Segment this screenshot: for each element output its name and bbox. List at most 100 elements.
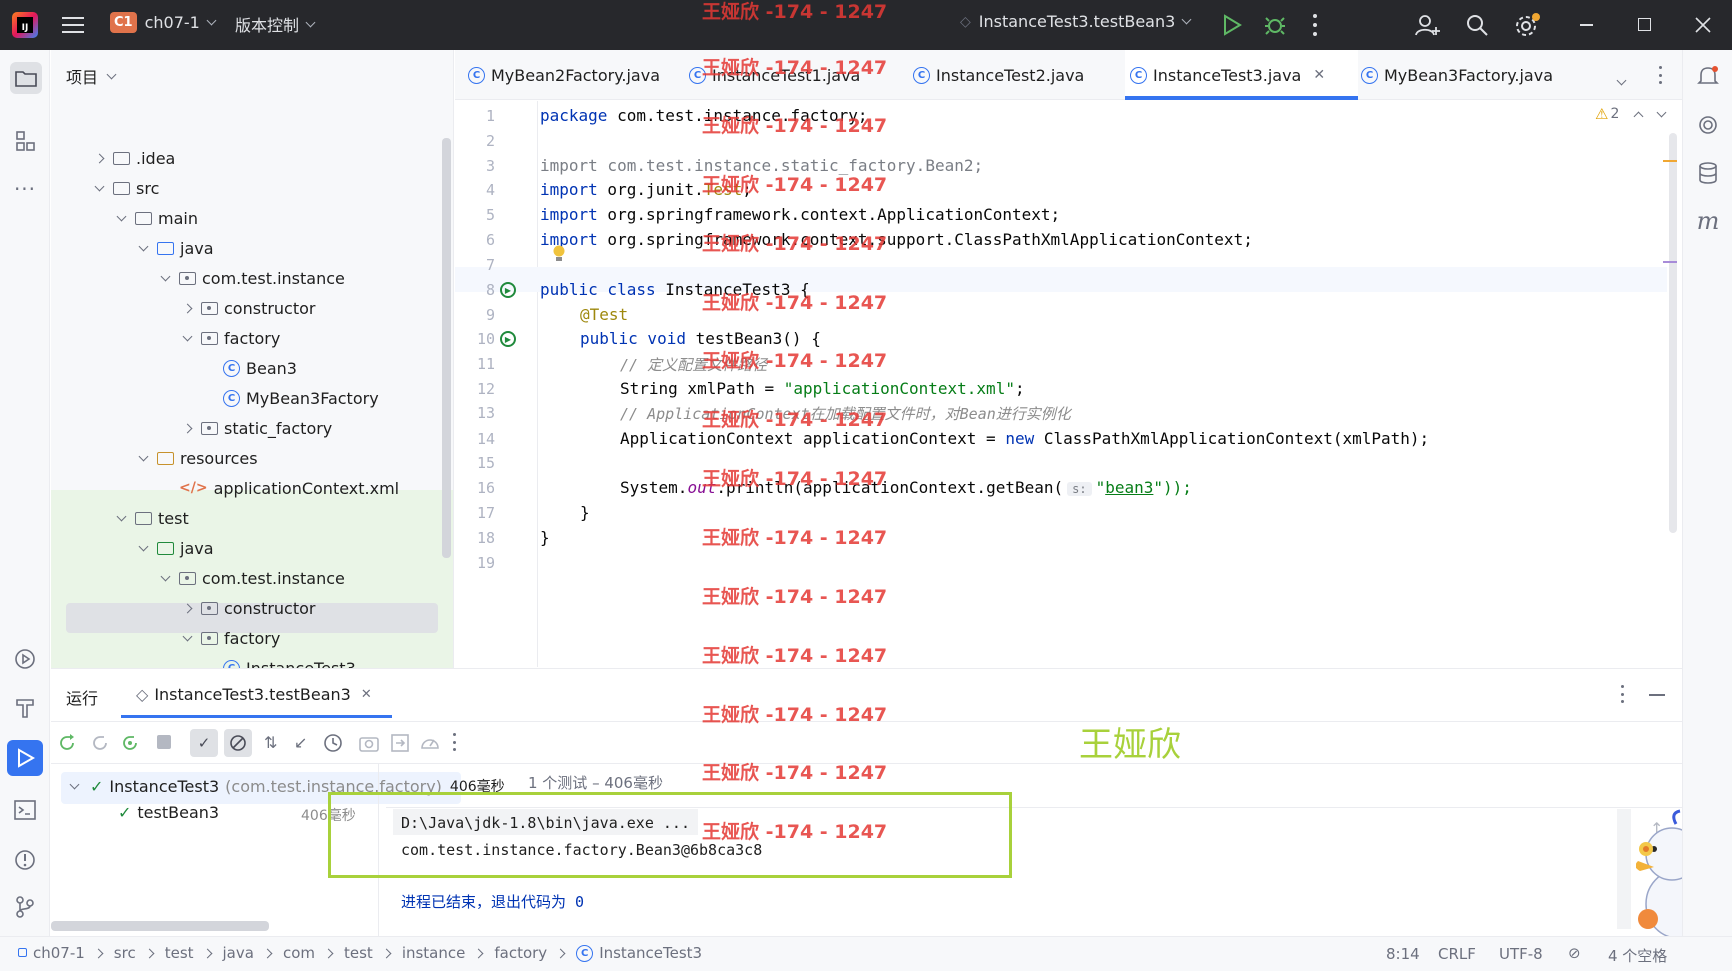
tab-list-chevron-icon[interactable]	[1616, 70, 1627, 88]
more-actions-icon[interactable]	[1312, 14, 1318, 36]
search-icon[interactable]	[1465, 13, 1489, 37]
close-window-icon[interactable]	[1695, 17, 1711, 33]
tree-node[interactable]: test	[51, 503, 453, 533]
chevron-down-icon[interactable]	[1656, 107, 1667, 117]
project-tool-folder-icon[interactable]	[10, 62, 42, 94]
tab-mybean3factory[interactable]: C MyBean3Factory.java	[1355, 50, 1553, 100]
breadcrumb-item[interactable]: test	[344, 944, 373, 962]
tree-node[interactable]: C InstanceTest3	[51, 653, 453, 668]
run-config-selector[interactable]: ◇ InstanceTest3.testBean3	[960, 12, 1192, 31]
tab-mybean2factory[interactable]: C MyBean2Factory.java	[462, 50, 660, 100]
tree-node[interactable]: factory	[51, 323, 453, 353]
project-panel-header[interactable]: 项目	[66, 64, 117, 88]
close-tab-icon[interactable]: ✕	[1313, 67, 1325, 83]
tree-node[interactable]: java	[51, 233, 453, 263]
structure-icon[interactable]	[10, 126, 40, 156]
toolbar-more-icon[interactable]	[451, 733, 457, 751]
tree-node[interactable]: factory	[51, 623, 453, 653]
file-encoding[interactable]: UTF-8	[1499, 945, 1543, 963]
show-ignored-icon[interactable]	[224, 729, 252, 757]
problems-icon[interactable]	[10, 845, 40, 875]
stop-icon[interactable]	[157, 735, 171, 749]
collapse-icon[interactable]: ↙	[294, 733, 307, 752]
code-editor[interactable]: 1 2 3 4 5 6 7 8 9 10 11 12 13 14 15 16 17 18 19 ▶ ▶ package …	[455, 101, 1682, 667]
ai-assistant-icon[interactable]	[1693, 110, 1723, 140]
chevron-down-icon[interactable]	[157, 271, 173, 281]
inspection-widget[interactable]: ⚠ 2	[1595, 105, 1667, 123]
readonly-toggle-icon[interactable]: ⊘	[1568, 944, 1581, 962]
coverage-gauge-icon[interactable]	[419, 732, 441, 754]
chevron-down-icon[interactable]	[135, 241, 151, 251]
settings-gear-icon[interactable]	[1514, 12, 1542, 38]
notifications-bell-icon[interactable]	[1693, 61, 1723, 91]
tree-node[interactable]: constructor	[51, 593, 453, 623]
chevron-down-icon[interactable]	[179, 631, 195, 641]
minimize-icon[interactable]	[1580, 24, 1593, 26]
run-icon[interactable]	[1222, 14, 1242, 36]
hide-panel-icon[interactable]	[1649, 694, 1665, 696]
terminal-icon[interactable]	[10, 795, 40, 825]
services-icon[interactable]	[10, 644, 40, 674]
maven-icon[interactable]: m	[1693, 206, 1723, 236]
tab-options-icon[interactable]	[1657, 66, 1663, 84]
breadcrumb-item[interactable]: test	[165, 944, 194, 962]
breadcrumb-item[interactable]: instance	[402, 944, 466, 962]
breadcrumb-item[interactable]: InstanceTest3	[599, 944, 702, 962]
tree-node[interactable]: java	[51, 533, 453, 563]
tab-instancetest2[interactable]: C InstanceTest2.java	[907, 50, 1084, 100]
run-test-gutter-icon[interactable]: ▶	[500, 282, 516, 298]
close-tab-icon[interactable]: ✕	[361, 687, 372, 702]
camera-icon[interactable]	[358, 732, 380, 754]
main-menu-icon[interactable]	[62, 14, 84, 36]
chevron-right-icon[interactable]	[179, 603, 195, 613]
tree-node[interactable]: C Bean3	[51, 353, 453, 383]
test-tree-scrollbar[interactable]	[51, 921, 269, 931]
chevron-down-icon[interactable]	[135, 451, 151, 461]
chevron-down-icon[interactable]	[113, 211, 129, 221]
breadcrumb-item[interactable]: java	[223, 944, 254, 962]
chevron-right-icon[interactable]	[179, 423, 195, 433]
run-options-icon[interactable]	[1619, 685, 1625, 703]
toggle-auto-test-icon[interactable]	[119, 732, 141, 754]
build-hammer-icon[interactable]	[10, 693, 40, 723]
project-switcher[interactable]: C1 ch07-1	[110, 12, 217, 33]
indent-setting[interactable]: 4 个空格	[1608, 945, 1667, 966]
chevron-right-icon[interactable]	[179, 303, 195, 313]
tree-node[interactable]: C MyBean3Factory	[51, 383, 453, 413]
caret-position[interactable]: 8:14	[1386, 945, 1420, 963]
chevron-down-icon[interactable]	[135, 541, 151, 551]
intellij-logo-icon[interactable]: IJ	[12, 12, 38, 38]
add-user-icon[interactable]	[1415, 13, 1441, 37]
rerun-failed-icon[interactable]	[89, 732, 111, 754]
tab-instancetest3-active[interactable]: C InstanceTest3.java ✕	[1125, 50, 1358, 100]
sort-icon[interactable]: ⇅	[264, 733, 277, 752]
history-clock-icon[interactable]	[322, 732, 344, 754]
chevron-up-icon[interactable]	[1633, 111, 1644, 122]
breadcrumb-item[interactable]: src	[114, 944, 136, 962]
tree-node[interactable]: .idea	[51, 143, 453, 173]
debug-icon[interactable]	[1263, 13, 1287, 37]
run-tool-icon[interactable]	[7, 740, 43, 776]
chevron-down-icon[interactable]	[179, 331, 195, 341]
tree-node[interactable]: com.test.instance	[51, 563, 453, 593]
breadcrumb-item[interactable]: ch07-1	[33, 944, 85, 962]
tree-node[interactable]: src	[51, 173, 453, 203]
tree-node[interactable]: main	[51, 203, 453, 233]
chevron-down-icon[interactable]	[157, 571, 173, 581]
line-separator[interactable]: CRLF	[1438, 945, 1476, 963]
database-icon[interactable]	[1693, 158, 1723, 188]
intention-bulb-icon[interactable]	[551, 244, 567, 264]
tree-node[interactable]: resources	[51, 443, 453, 473]
run-tab[interactable]: ◇ InstanceTest3.testBean3 ✕	[136, 685, 372, 704]
export-icon[interactable]	[389, 732, 411, 754]
vcs-menu[interactable]: 版本控制	[235, 12, 316, 36]
tree-node[interactable]: constructor	[51, 293, 453, 323]
rerun-icon[interactable]	[56, 732, 78, 754]
tree-node[interactable]: </> applicationContext.xml	[51, 473, 453, 503]
tree-node[interactable]: com.test.instance	[51, 263, 453, 293]
console-scrollbar[interactable]	[1617, 809, 1631, 929]
git-branch-icon[interactable]	[10, 892, 40, 922]
chevron-down-icon[interactable]	[113, 511, 129, 521]
more-tools-icon[interactable]: ···	[10, 174, 40, 204]
editor-scrollbar[interactable]	[1669, 133, 1677, 533]
